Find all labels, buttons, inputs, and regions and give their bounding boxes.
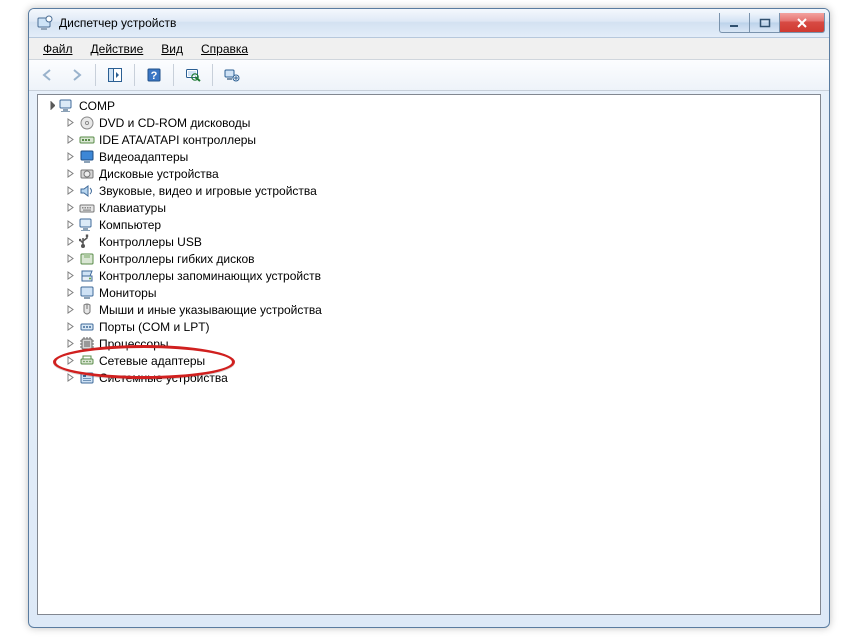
disc-icon [79, 115, 95, 131]
tree-node[interactable]: Процессоры [42, 335, 816, 352]
expand-icon[interactable] [64, 321, 76, 333]
expand-icon[interactable] [64, 168, 76, 180]
toolbar-separator [212, 64, 213, 86]
tree-node-label: Порты (COM и LPT) [99, 320, 210, 334]
cpu-icon [79, 336, 95, 352]
expand-icon[interactable] [64, 151, 76, 163]
tree-node[interactable]: Звуковые, видео и игровые устройства [42, 182, 816, 199]
tree-node-label: DVD и CD-ROM дисководы [99, 116, 250, 130]
tree-node-label: IDE ATA/ATAPI контроллеры [99, 133, 256, 147]
collapse-icon[interactable] [44, 100, 56, 112]
expand-icon[interactable] [64, 287, 76, 299]
tree-node-label: Контроллеры USB [99, 235, 202, 249]
tree-node[interactable]: Дисковые устройства [42, 165, 816, 182]
expand-icon[interactable] [64, 117, 76, 129]
tree-node-label: Контроллеры запоминающих устройств [99, 269, 321, 283]
ide-icon [79, 132, 95, 148]
tree-node[interactable]: Контроллеры гибких дисков [42, 250, 816, 267]
show-hide-tree-button[interactable] [102, 62, 128, 88]
tree-node[interactable]: Мониторы [42, 284, 816, 301]
titlebar[interactable]: Диспетчер устройств [29, 9, 829, 38]
tree-node-label: Видеоадаптеры [99, 150, 188, 164]
minimize-button[interactable] [719, 13, 749, 33]
toolbar-separator [134, 64, 135, 86]
monitor-icon [79, 285, 95, 301]
menu-action[interactable]: Действие [83, 40, 152, 58]
expand-icon[interactable] [64, 270, 76, 282]
tree-node-label: Дисковые устройства [99, 167, 219, 181]
tree-node[interactable]: Клавиатуры [42, 199, 816, 216]
close-button[interactable] [779, 13, 825, 33]
device-tree[interactable]: COMP DVD и CD-ROM дисководы IDE ATA/ATAPI … [38, 95, 820, 388]
menu-file[interactable]: Файл [35, 40, 81, 58]
tree-node-label: Звуковые, видео и игровые устройства [99, 184, 317, 198]
tree-node[interactable]: Системные устройства [42, 369, 816, 386]
expand-icon[interactable] [64, 372, 76, 384]
view-devices-button[interactable] [219, 62, 245, 88]
expand-icon[interactable] [64, 304, 76, 316]
tree-node-label: Мониторы [99, 286, 156, 300]
menu-help[interactable]: Справка [193, 40, 256, 58]
network-icon [79, 353, 95, 369]
expand-icon[interactable] [64, 134, 76, 146]
tree-node-label: Системные устройства [99, 371, 228, 385]
toolbar-separator [95, 64, 96, 86]
expand-icon[interactable] [64, 355, 76, 367]
tree-node[interactable]: Компьютер [42, 216, 816, 233]
tree-node[interactable]: IDE ATA/ATAPI контроллеры [42, 131, 816, 148]
tree-node-label: Процессоры [99, 337, 169, 351]
window-title: Диспетчер устройств [59, 16, 719, 30]
tree-node[interactable]: Сетевые адаптеры [42, 352, 816, 369]
toolbar: ? [29, 60, 829, 91]
expand-icon[interactable] [64, 185, 76, 197]
toolbar-separator [173, 64, 174, 86]
window-controls [719, 13, 825, 33]
tree-node[interactable]: DVD и CD-ROM дисководы [42, 114, 816, 131]
storage-icon [79, 268, 95, 284]
tree-node[interactable]: COMP [42, 97, 816, 114]
tree-node-label: COMP [79, 99, 115, 113]
expand-icon[interactable] [64, 202, 76, 214]
keyboard-icon [79, 200, 95, 216]
expand-icon[interactable] [64, 236, 76, 248]
menubar: Файл Действие Вид Справка [29, 38, 829, 60]
help-button[interactable]: ? [141, 62, 167, 88]
hdd-icon [79, 166, 95, 182]
device-tree-panel: COMP DVD и CD-ROM дисководы IDE ATA/ATAPI … [37, 94, 821, 615]
expand-icon[interactable] [64, 253, 76, 265]
maximize-button[interactable] [749, 13, 779, 33]
computer-icon [59, 98, 75, 114]
scan-hardware-button[interactable] [180, 62, 206, 88]
tree-node[interactable]: Мыши и иные указывающие устройства [42, 301, 816, 318]
tree-node[interactable]: Контроллеры запоминающих устройств [42, 267, 816, 284]
svg-text:?: ? [151, 70, 158, 82]
sound-icon [79, 183, 95, 199]
display-icon [79, 149, 95, 165]
app-icon [37, 15, 53, 31]
usb-icon [79, 234, 95, 250]
tree-node[interactable]: Контроллеры USB [42, 233, 816, 250]
computer-icon [79, 217, 95, 233]
expand-icon[interactable] [64, 219, 76, 231]
back-button[interactable] [35, 62, 61, 88]
ports-icon [79, 319, 95, 335]
expand-icon[interactable] [64, 338, 76, 350]
tree-node-label: Компьютер [99, 218, 161, 232]
tree-node-label: Контроллеры гибких дисков [99, 252, 255, 266]
tree-node[interactable]: Видеоадаптеры [42, 148, 816, 165]
menu-view[interactable]: Вид [153, 40, 191, 58]
mouse-icon [79, 302, 95, 318]
tree-node-label: Клавиатуры [99, 201, 166, 215]
tree-node-label: Мыши и иные указывающие устройства [99, 303, 322, 317]
tree-node[interactable]: Порты (COM и LPT) [42, 318, 816, 335]
device-manager-window: Диспетчер устройств Файл Действие Вид Сп… [28, 8, 830, 628]
forward-button[interactable] [63, 62, 89, 88]
tree-node-label: Сетевые адаптеры [99, 354, 205, 368]
floppyctl-icon [79, 251, 95, 267]
system-icon [79, 370, 95, 386]
